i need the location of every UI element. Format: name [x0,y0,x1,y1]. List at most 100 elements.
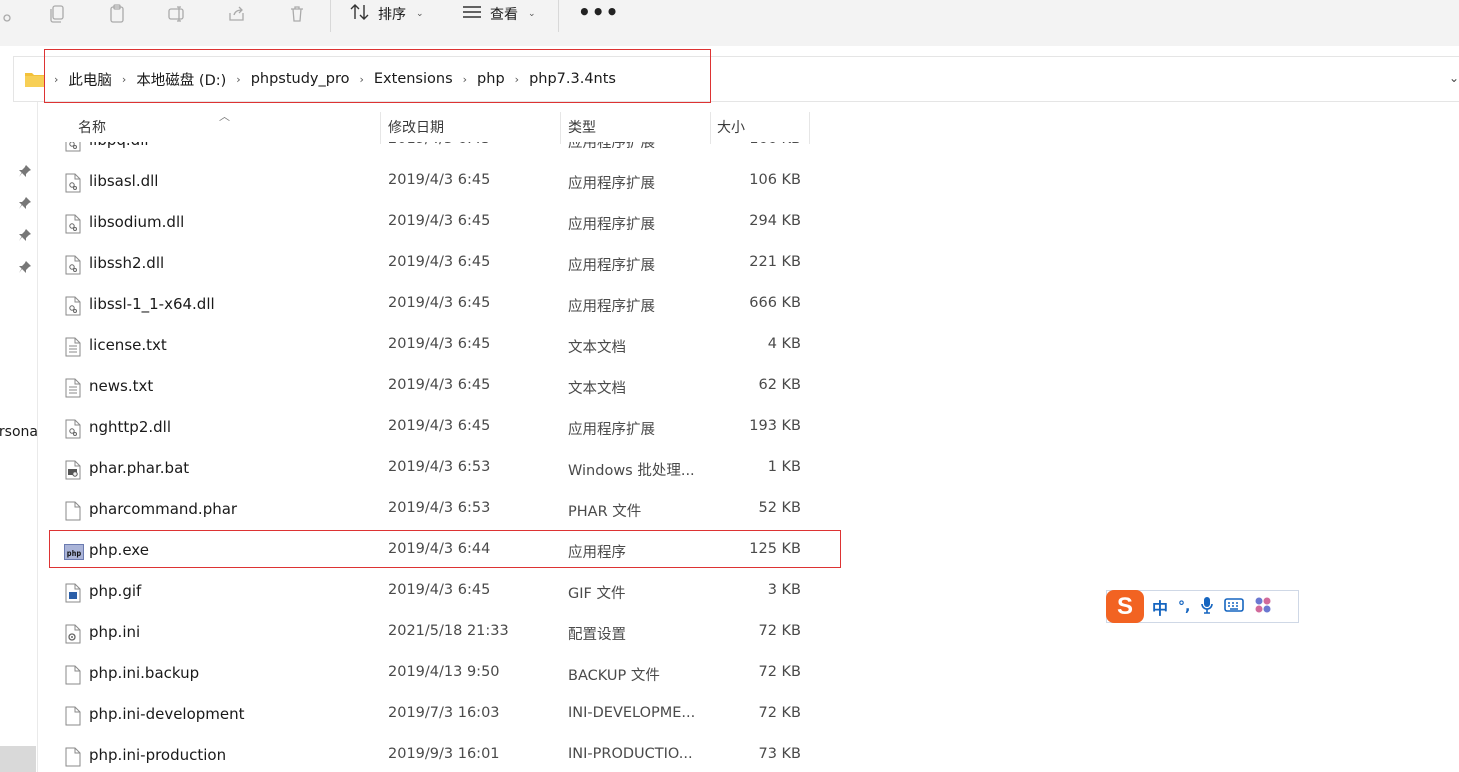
file-type: 应用程序扩展 [568,299,655,315]
file-row[interactable]: libpq.dll 2019/4/3 6:45 应用程序扩展 166 KB [56,142,816,162]
file-size: 72 KB [758,623,801,639]
file-row[interactable]: libssl-1_1-x64.dll 2019/4/3 6:45 应用程序扩展 666… [56,285,816,326]
file-modified-date: 2019/7/3 16:03 [388,705,500,721]
file-highlight-box [49,530,841,568]
file-size: 294 KB [749,213,801,229]
file-modified-date: 2019/4/3 6:53 [388,459,491,475]
file-type: GIF 文件 [568,586,626,602]
file-modified-date: 2019/4/3 6:45 [388,213,491,229]
file-row[interactable]: php.ini-development 2019/7/3 16:03 INI-DEV… [56,695,816,736]
ime-logo[interactable]: S [1106,590,1144,623]
delete-icon[interactable] [284,2,310,26]
toolbar-separator [330,0,331,32]
file-size: 1 KB [767,459,801,475]
file-name: php.ini-production [89,746,227,764]
batch-file-icon [64,460,82,480]
file-modified-date: 2019/4/3 6:45 [388,336,491,352]
file-name: libssl-1_1-x64.dll [89,295,215,313]
ime-toolbar[interactable]: S 中 °, [1106,590,1299,623]
file-name: license.txt [89,336,167,354]
file-modified-date: 2019/4/3 6:45 [388,418,491,434]
toolbar-separator [558,0,559,32]
share-icon[interactable] [224,2,250,26]
column-header-size[interactable]: 大小 [717,110,807,144]
file-type: 应用程序扩展 [568,217,655,233]
file-explorer-window: 排序 ⌄ 查看 ⌄ ••• › 此电脑 › 本地磁盘 (D:) › phpstudy_pr… [0,0,1459,772]
column-divider[interactable] [710,112,711,144]
dll-file-icon [64,419,82,439]
address-history-dropdown-icon[interactable]: ⌄ [1449,71,1459,85]
file-name: php.gif [89,582,142,600]
file-type: PHAR 文件 [568,504,642,520]
chevron-down-icon: ⌄ [528,9,536,19]
blank-file-icon [64,665,82,685]
file-row[interactable]: libsodium.dll 2019/4/3 6:45 应用程序扩展 294 KB [56,203,816,244]
file-size: 73 KB [758,746,801,762]
file-row[interactable]: license.txt 2019/4/3 6:45 文本文档 4 KB [56,326,816,367]
file-name: phar.phar.bat [89,459,190,477]
file-row[interactable]: php.ini-production 2019/9/3 16:01 INI-PROD… [56,736,816,772]
file-row[interactable]: libsasl.dll 2019/4/3 6:45 应用程序扩展 106 KB [56,162,816,203]
file-size: 52 KB [758,500,801,516]
paste-icon[interactable] [104,2,130,26]
more-options-button[interactable]: ••• [578,2,619,22]
file-name: nghttp2.dll [89,418,171,436]
file-list: libpq.dll 2019/4/3 6:45 应用程序扩展 166 KB libsas… [0,142,1459,772]
file-row[interactable]: phar.phar.bat 2019/4/3 6:53 Windows 批处理...… [56,449,816,490]
file-modified-date: 2019/9/3 16:01 [388,746,500,762]
text-file-icon [64,337,82,357]
file-modified-date: 2019/4/3 6:45 [388,254,491,270]
column-divider[interactable] [809,112,810,144]
text-file-icon [64,378,82,398]
file-size: 4 KB [767,336,801,352]
config-file-icon [64,624,82,644]
file-modified-date: 2019/4/3 6:45 [388,142,490,147]
blank-file-icon [64,501,82,521]
file-type: 应用程序扩展 [568,258,655,274]
copy-icon[interactable] [44,2,70,26]
column-divider[interactable] [380,112,381,144]
file-type: BACKUP 文件 [568,668,660,684]
file-type: Windows 批处理... [568,463,695,479]
file-row[interactable]: news.txt 2019/4/3 6:45 文本文档 62 KB [56,367,816,408]
file-size: 3 KB [767,582,801,598]
file-row[interactable]: php.gif 2019/4/3 6:45 GIF 文件 3 KB [56,572,816,613]
column-header-type[interactable]: 类型 [568,110,708,144]
rename-icon[interactable] [164,2,190,26]
column-header-name[interactable]: 名称 [78,110,378,144]
ime-punctuation-toggle[interactable]: °, [1178,599,1190,615]
ime-language-toggle[interactable]: 中 [1152,595,1168,619]
file-row[interactable]: pharcommand.phar 2019/4/3 6:53 PHAR 文件 52 K… [56,490,816,531]
file-name: php.ini.backup [89,664,200,682]
microphone-icon[interactable] [1200,596,1214,618]
file-size: 166 KB [710,142,801,147]
folder-icon [25,71,45,87]
view-button[interactable]: 查看 ⌄ [462,0,536,28]
column-divider[interactable] [560,112,561,144]
blank-file-icon [64,706,82,726]
file-modified-date: 2019/4/3 6:45 [388,295,491,311]
keyboard-icon[interactable] [1224,597,1245,617]
apps-icon[interactable] [1254,596,1272,618]
dll-file-icon [64,214,82,234]
file-type: 应用程序扩展 [568,176,655,192]
file-name: php.ini [89,623,141,641]
view-label: 查看 [490,7,518,23]
file-size: 666 KB [749,295,801,311]
blank-file-icon [64,747,82,767]
file-row[interactable]: libssh2.dll 2019/4/3 6:45 应用程序扩展 221 KB [56,244,816,285]
address-highlight-box [44,49,711,103]
file-type: 文本文档 [568,381,626,397]
file-row[interactable]: php.ini.backup 2019/4/13 9:50 BACKUP 文件 72 … [56,654,816,695]
file-type: INI-PRODUCTIO... [568,746,693,762]
dll-file-icon [64,142,82,152]
cut-icon[interactable] [0,2,18,26]
sort-button[interactable]: 排序 ⌄ [350,0,424,28]
file-name: libsasl.dll [89,172,159,190]
command-bar: 排序 ⌄ 查看 ⌄ ••• [0,0,1459,46]
file-row[interactable]: nghttp2.dll 2019/4/3 6:45 应用程序扩展 193 KB [56,408,816,449]
file-row[interactable]: php.ini 2021/5/18 21:33 配置设置 72 KB [56,613,816,654]
file-modified-date: 2019/4/3 6:45 [388,172,491,188]
file-name: libssh2.dll [89,254,165,272]
column-header-date[interactable]: 修改日期 [388,110,558,144]
